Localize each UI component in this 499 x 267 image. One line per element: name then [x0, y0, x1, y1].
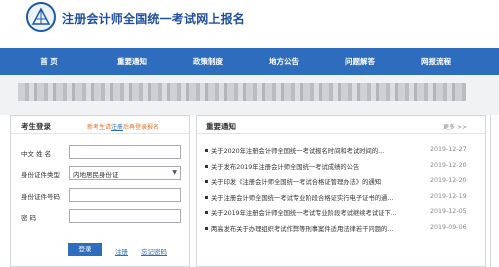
news-list: 关于2020年注册会计师全国统一考试报名时间和考试时间的... 2019-12-… — [203, 146, 481, 240]
nav-notices[interactable]: 重要通知 — [98, 48, 166, 75]
news-date: 2019-12-20 — [430, 177, 467, 185]
nav-registration-process[interactable]: 网报流程 — [402, 48, 470, 75]
bullet-icon — [205, 226, 208, 230]
nav-home[interactable]: 首 页 — [0, 48, 98, 75]
news-title: 重要通知 — [206, 122, 236, 131]
idtype-row: 身份证件类型 内地居民身份证 ▼ — [11, 166, 191, 180]
nav-local-announcements[interactable]: 地方公告 — [250, 48, 318, 75]
site-header: 注册会计师全国统一考试网上报名 — [0, 0, 499, 48]
bullet-icon — [205, 180, 208, 184]
forgot-password-link[interactable]: 忘记密码 — [141, 246, 167, 256]
list-item: 关于印发《注册会计师全国统一考试合格证管理办法》的通知 2019-12-20 — [203, 177, 481, 193]
list-item: 关于发布2019年注册会计师全国统一考试成绩的公告 2019-12-20 — [203, 162, 481, 178]
idnum-row: 身份证件号码 — [11, 188, 191, 202]
list-item: 关于2019年注册会计师全国统一考试专业阶段考试继续考试证下... 2019-1… — [203, 208, 481, 224]
bullet-icon — [205, 164, 208, 168]
hint-suffix: 后再登录报名 — [123, 124, 160, 131]
news-date: 2019-12-05 — [430, 208, 467, 216]
name-row: 中文 姓 名 — [11, 145, 191, 159]
main-nav: 首 页 重要通知 政策制度 地方公告 问题解答 网报流程 — [0, 48, 499, 75]
hint-register-link[interactable]: 注册 — [111, 124, 123, 131]
news-link[interactable]: 关于2019年注册会计师全国统一考试专业阶段考试继续考试证下... — [211, 208, 419, 217]
register-link[interactable]: 注册 — [115, 246, 128, 256]
password-label: 密 码 — [21, 214, 37, 222]
nav-policy[interactable]: 政策制度 — [166, 48, 250, 75]
news-date: 2019-09-06 — [430, 223, 467, 231]
news-link[interactable]: 关于注册会计师全国统一考试专业阶段合格证实行电子证书的通... — [211, 193, 419, 202]
site-title: 注册会计师全国统一考试网上报名 — [62, 12, 246, 26]
idtype-label: 身份证件类型 — [21, 171, 60, 179]
announcement-strip — [0, 75, 499, 115]
pyramid-icon — [31, 7, 51, 25]
right-panel-edge — [490, 115, 499, 267]
login-button[interactable]: 登录 — [68, 243, 102, 256]
bullet-icon — [205, 211, 208, 215]
name-label: 中文 姓 名 — [21, 150, 52, 158]
login-title: 考生登录 — [21, 122, 51, 131]
register-hint: 新考生请注册后再登录报名 — [87, 122, 159, 131]
list-item: 关于注册会计师全国统一考试专业阶段合格证实行电子证书的通... 2019-12-… — [203, 193, 481, 209]
name-input[interactable] — [69, 145, 181, 159]
idtype-select[interactable]: 内地居民身份证 ▼ — [69, 166, 181, 180]
news-more-link[interactable]: 更多 >> — [443, 122, 467, 131]
login-panel: 考生登录 新考生请注册后再登录报名 中文 姓 名 身份证件类型 内地居民身份证 … — [10, 115, 190, 267]
list-item: 两高发布关于办理组织考试作弊等刑事案件适用法律若干问题的... 2019-09-… — [203, 224, 481, 240]
site-logo — [26, 2, 56, 32]
idnum-input[interactable] — [69, 188, 181, 202]
news-link[interactable]: 关于印发《注册会计师全国统一考试合格证管理办法》的通知 — [211, 177, 419, 186]
login-header: 考生登录 新考生请注册后再登录报名 — [11, 116, 189, 134]
chevron-down-icon: ▼ — [172, 169, 177, 176]
idtype-value: 内地居民身份证 — [73, 171, 119, 179]
news-panel: 重要通知 更多 >> 关于2020年注册会计师全国统一考试报名时间和考试时间的.… — [196, 115, 486, 267]
pixelated-announcement — [18, 83, 466, 101]
nav-faq[interactable]: 问题解答 — [318, 48, 402, 75]
password-row: 密 码 — [11, 209, 191, 223]
list-item: 关于2020年注册会计师全国统一考试报名时间和考试时间的... 2019-12-… — [203, 146, 481, 162]
news-header: 重要通知 更多 >> — [197, 116, 485, 134]
news-date: 2019-12-19 — [430, 192, 467, 200]
news-link[interactable]: 两高发布关于办理组织考试作弊等刑事案件适用法律若干问题的... — [211, 224, 419, 233]
password-input[interactable] — [69, 209, 181, 223]
news-link[interactable]: 关于2020年注册会计师全国统一考试报名时间和考试时间的... — [211, 146, 419, 155]
bullet-icon — [205, 195, 208, 199]
news-date: 2019-12-27 — [430, 146, 467, 153]
news-date: 2019-12-20 — [430, 161, 467, 169]
idnum-label: 身份证件号码 — [21, 193, 60, 201]
news-link[interactable]: 关于发布2019年注册会计师全国统一考试成绩的公告 — [211, 162, 419, 171]
bullet-icon — [205, 149, 208, 152]
hint-prefix: 新考生请 — [87, 124, 112, 131]
